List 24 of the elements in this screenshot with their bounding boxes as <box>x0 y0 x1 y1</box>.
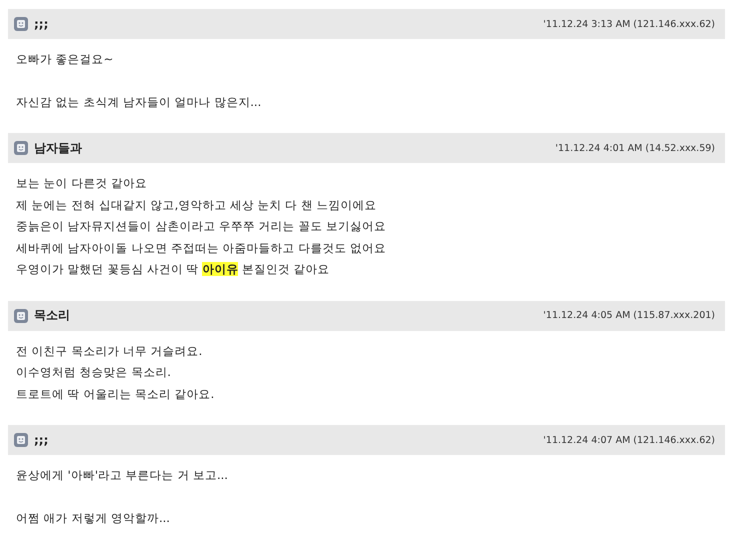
comment-text: 이수영처럼 청승맞은 목소리. <box>16 364 171 381</box>
comment-text: 어쩜 애가 저렇게 영악할까... <box>16 510 170 526</box>
author-name: ;;; <box>34 17 48 31</box>
comment-text: 제 눈에는 전혀 십대같지 않고,영악하고 세상 눈치 다 챈 느낌이에요 <box>16 196 377 214</box>
smiley-icon <box>14 433 28 447</box>
comment-date: '11.12.24 4:01 AM (14.52.xxx.59) <box>555 142 715 154</box>
comment-text: 트로트에 딱 어울리는 목소리 같아요. <box>16 386 214 402</box>
comment-text: 중늙은이 남자뮤지션들이 삼촌이라고 우쭈쭈 거리는 꼴도 보기싫어요 <box>16 218 386 235</box>
comment-text: 보는 눈이 다른것 같아요 <box>16 175 147 192</box>
comment-text: 전 이친구 목소리가 너무 거슬려요. <box>16 342 202 360</box>
author-name: ;;; <box>34 433 48 447</box>
comment-text: 자신감 없는 초식계 남자들이 얼마나 많은지... <box>16 94 262 110</box>
author-name: 목소리 <box>34 307 70 324</box>
comment-text: 세바퀴에 남자아이돌 나오면 주접떠는 아줌마들하고 다를것도 없어요 <box>16 240 386 256</box>
author-name: 남자들과 <box>34 140 82 156</box>
comment-text: 윤상에게 '아빠'라고 부른다는 거 보고... <box>16 467 228 484</box>
smiley-icon <box>14 308 28 322</box>
comment-date: '11.12.24 4:05 AM (115.87.xxx.201) <box>543 310 715 321</box>
smiley-icon <box>14 17 28 31</box>
smiley-icon <box>14 141 28 155</box>
comment-text: 우영이가 말했던 꽃등심 사건이 딱 아이유 본질인것 같아요 <box>16 261 330 278</box>
comment-date: '11.12.24 4:07 AM (121.146.xxx.62) <box>543 434 715 446</box>
comment-date: '11.12.24 3:13 AM (121.146.xxx.62) <box>543 18 715 30</box>
comment-text: 오빠가 좋은걸요~ <box>16 51 114 68</box>
